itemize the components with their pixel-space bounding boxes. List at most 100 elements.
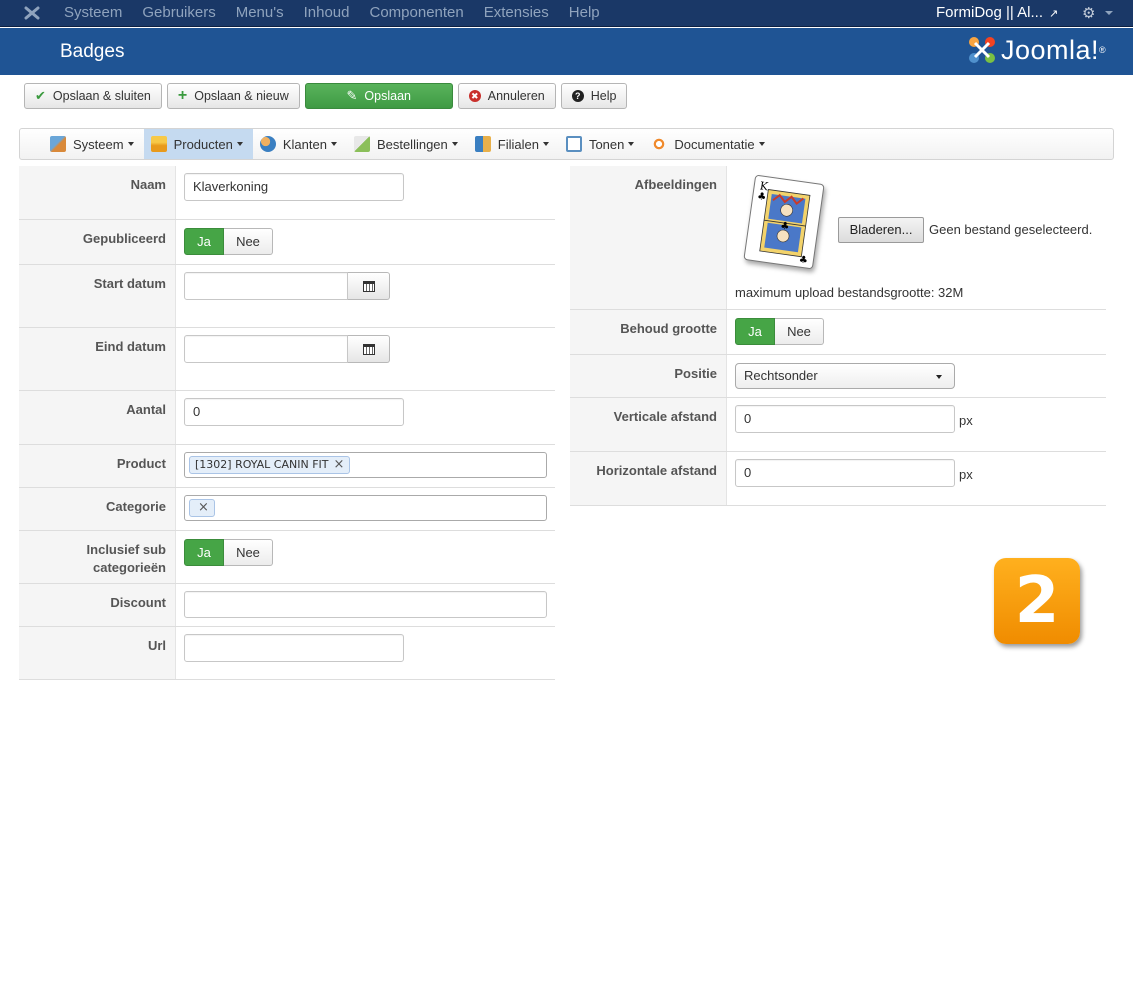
admin-main-menu: Systeem Gebruikers Menu's Inhoud Compone… [54, 0, 610, 27]
form-row-naam: Naam Klaverkoning [19, 166, 555, 220]
categorie-chip: × [189, 499, 215, 517]
remove-icon[interactable]: × [333, 457, 344, 473]
behoud-grootte-nee-button[interactable]: Nee [775, 318, 824, 345]
menu-menus[interactable]: Menu's [226, 0, 294, 27]
subnav-item-systeem[interactable]: Systeem [43, 129, 144, 159]
categorie-multiselect[interactable]: × [184, 495, 547, 521]
save-button[interactable]: ✎ Opslaan [304, 83, 453, 109]
discount-input[interactable] [184, 591, 547, 618]
form-row-behoud-grootte: Behoud grootte Ja Nee [570, 310, 1106, 355]
product-label: Product [19, 445, 176, 487]
subnav-item-label: Documentatie [674, 136, 755, 152]
product-multiselect[interactable]: [1302] ROYAL CANIN FIT × [184, 452, 547, 478]
site-name: FormiDog || Al... [936, 4, 1043, 21]
behoud-grootte-label: Behoud grootte [570, 310, 727, 354]
remove-icon[interactable]: × [198, 500, 209, 516]
start-datum-calendar-button[interactable] [348, 272, 390, 300]
aantal-label: Aantal [19, 391, 176, 444]
save-close-label: Opslaan & sluiten [52, 89, 151, 103]
cancel-button[interactable]: ✖ Annuleren [457, 83, 556, 109]
site-link[interactable]: FormiDog || Al... ↗ [936, 0, 1058, 27]
verticale-afstand-input[interactable]: 0 [735, 405, 955, 433]
inclusief-sub-label: Inclusief sub categorieën [19, 531, 176, 583]
stores-icon [474, 136, 491, 152]
chevron-down-icon [236, 142, 243, 146]
horizontale-afstand-label: Horizontale afstand [570, 452, 727, 505]
discount-label: Discount [19, 584, 176, 626]
subnav-item-label: Tonen [588, 136, 625, 152]
calendar-icon [362, 343, 375, 355]
joomla-wordmark: Joomla! [1001, 34, 1100, 65]
naam-input[interactable]: Klaverkoning [184, 173, 404, 201]
gepubliceerd-label: Gepubliceerd [19, 220, 176, 264]
gear-icon[interactable]: ⚙ [1082, 4, 1095, 22]
chevron-down-icon [451, 142, 458, 146]
behoud-grootte-toggle: Ja Nee [735, 318, 824, 345]
chevron-down-icon [330, 142, 337, 146]
badge-form-left: Naam Klaverkoning Gepubliceerd Ja Nee St… [19, 166, 555, 680]
form-row-aantal: Aantal 0 [19, 391, 555, 445]
eind-datum-input[interactable] [184, 335, 348, 363]
inclusief-sub-nee-button[interactable]: Nee [224, 539, 273, 566]
form-row-categorie: Categorie × [19, 488, 555, 531]
aantal-input[interactable]: 0 [184, 398, 404, 426]
max-upload-size-text: maximum upload bestandsgrootte: 32M [735, 285, 964, 300]
playing-card-image: K ♣ ♣ ♣ [757, 179, 811, 267]
menu-componenten[interactable]: Componenten [360, 0, 474, 27]
subnav-item-klanten[interactable]: Klanten [253, 129, 347, 159]
subnav-item-label: Producten [173, 136, 233, 152]
chevron-down-icon [542, 142, 549, 146]
eind-datum-label: Eind datum [19, 328, 176, 390]
save-new-label: Opslaan & nieuw [194, 89, 289, 103]
registered-mark: ® [1099, 45, 1106, 55]
gepubliceerd-ja-button[interactable]: Ja [184, 228, 224, 255]
verticale-afstand-label: Verticale afstand [570, 398, 727, 451]
help-button[interactable]: ? Help [560, 83, 628, 109]
subnav-item-documentatie[interactable]: Documentatie [644, 129, 774, 159]
box-icon [150, 136, 167, 152]
inclusief-sub-ja-button[interactable]: Ja [184, 539, 224, 566]
eind-datum-calendar-button[interactable] [348, 335, 390, 363]
menu-gebruikers[interactable]: Gebruikers [132, 0, 225, 27]
browse-button[interactable]: Bladeren... [838, 217, 924, 243]
form-row-eind-datum: Eind datum [19, 328, 555, 391]
calendar-icon [362, 280, 375, 292]
positie-select[interactable]: Rechtsonder [735, 363, 955, 389]
menu-extensies[interactable]: Extensies [474, 0, 559, 27]
page-title: Badges [60, 41, 125, 62]
start-datum-input[interactable] [184, 272, 348, 300]
save-close-button[interactable]: ✔ Opslaan & sluiten [24, 83, 162, 109]
cancel-label: Annuleren [487, 89, 545, 103]
checkmark-icon: ✔ [35, 88, 46, 103]
menu-systeem[interactable]: Systeem [54, 0, 132, 27]
url-label: Url [19, 627, 176, 679]
help-label: Help [590, 89, 617, 103]
positie-selected-value: Rechtsonder [744, 368, 818, 383]
naam-label: Naam [19, 166, 176, 219]
page-header: Badges Joomla! ® [0, 28, 1133, 75]
url-input[interactable] [184, 634, 404, 662]
subnav-item-filialen[interactable]: Filialen [468, 129, 559, 159]
save-new-button[interactable]: + Opslaan & nieuw [166, 83, 300, 109]
joomla-logo-icon[interactable] [22, 4, 42, 22]
edit-icon: ✎ [346, 88, 358, 103]
menu-help[interactable]: Help [559, 0, 610, 27]
afbeeldingen-label: Afbeeldingen [570, 166, 727, 309]
form-row-product: Product [1302] ROYAL CANIN FIT × [19, 445, 555, 488]
subnav-item-tonen[interactable]: Tonen [559, 129, 644, 159]
horizontale-afstand-unit: px [959, 467, 973, 482]
menu-inhoud[interactable]: Inhoud [294, 0, 360, 27]
behoud-grootte-ja-button[interactable]: Ja [735, 318, 775, 345]
start-datum-label: Start datum [19, 265, 176, 327]
chevron-down-icon[interactable] [1105, 11, 1113, 15]
action-toolbar: ✔ Opslaan & sluiten + Opslaan & nieuw ✎ … [24, 83, 632, 109]
horizontale-afstand-input[interactable]: 0 [735, 459, 955, 487]
joomla-brand: Joomla! ® [966, 33, 1106, 67]
gepubliceerd-nee-button[interactable]: Nee [224, 228, 273, 255]
subnav-item-bestellingen[interactable]: Bestellingen [347, 129, 468, 159]
form-row-start-datum: Start datum [19, 265, 555, 328]
step-number-badge: 2 [994, 558, 1080, 644]
subnav-item-producten[interactable]: Producten [143, 129, 253, 159]
component-subnav: Systeem Producten Klanten Bestellingen F… [19, 128, 1114, 160]
inclusief-sub-label-line2: categorieën [93, 560, 166, 575]
